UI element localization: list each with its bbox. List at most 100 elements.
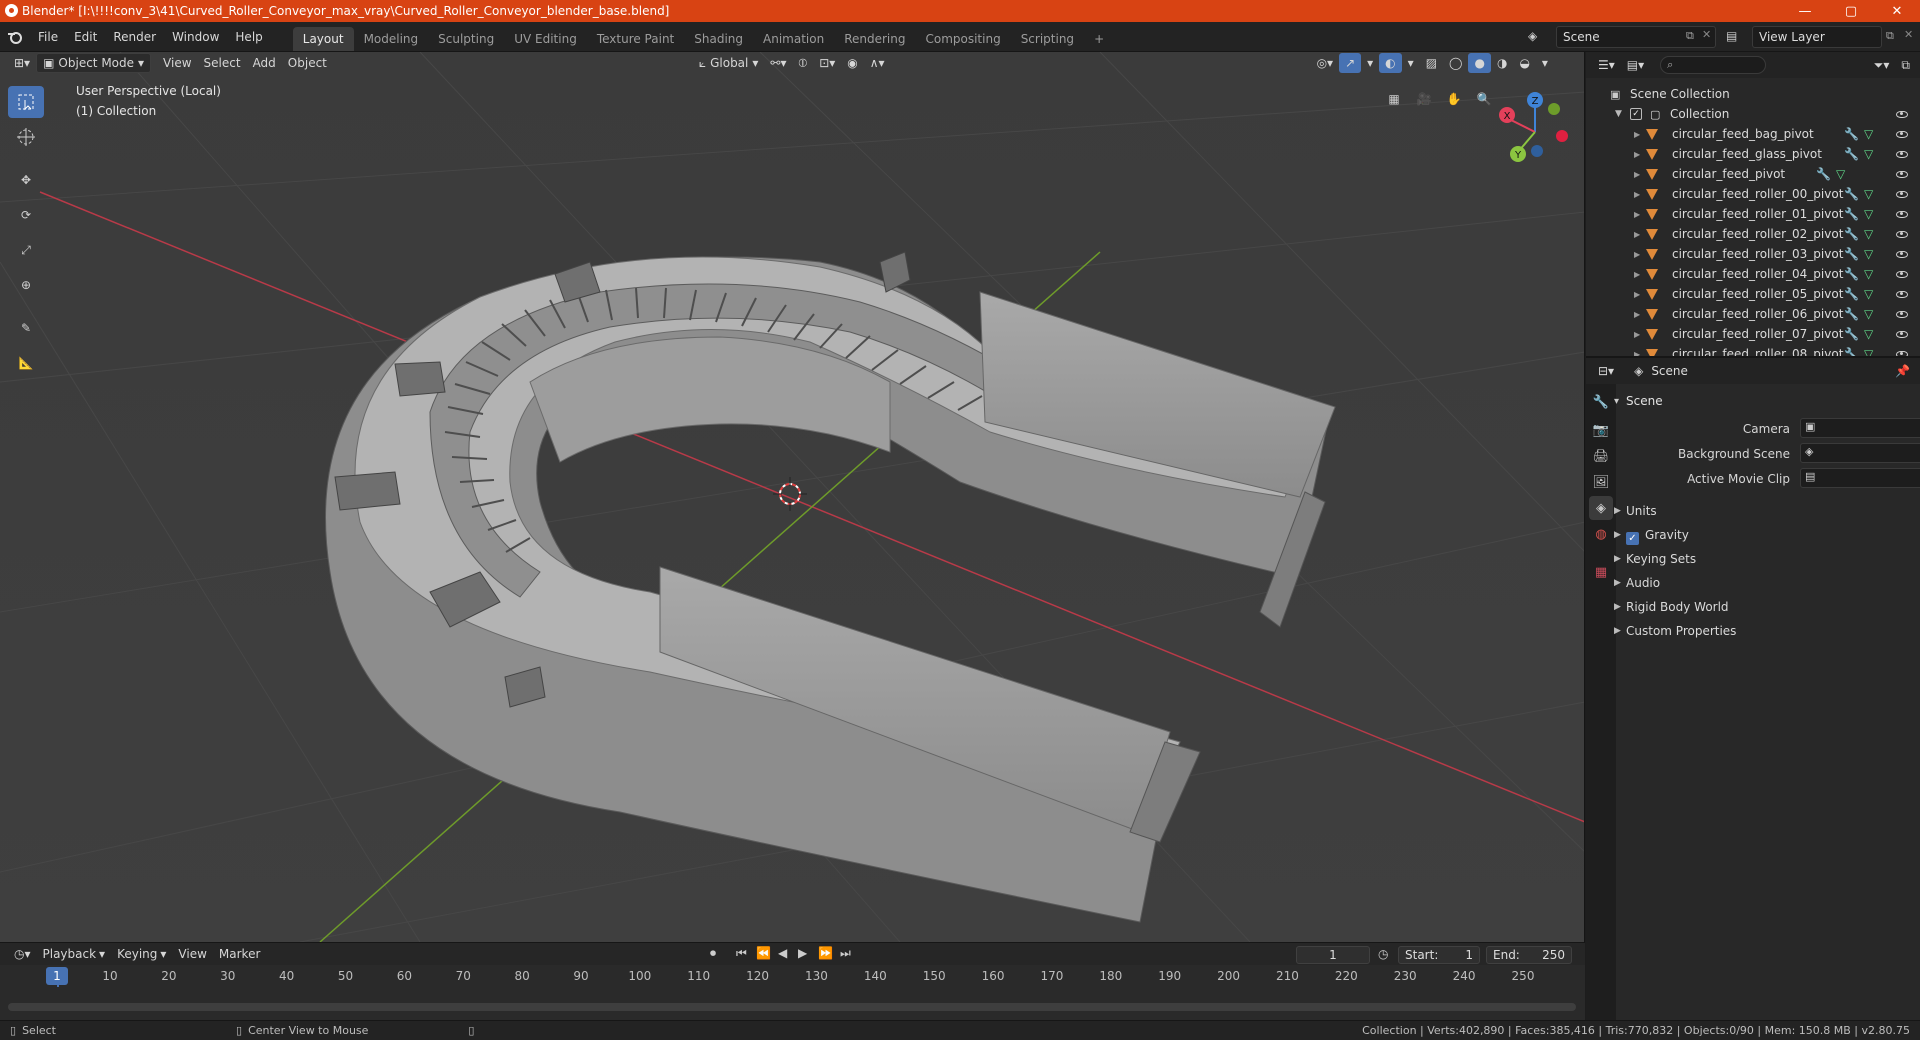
cursor-tool-icon[interactable] bbox=[8, 121, 44, 153]
chevron-right-icon[interactable]: ▶ bbox=[1614, 554, 1621, 564]
tool-properties-icon[interactable]: 🔧 bbox=[1589, 390, 1613, 414]
proportional-edit-icon[interactable]: ◉ bbox=[841, 53, 863, 73]
display-mode-icon[interactable]: ▤▾ bbox=[1621, 55, 1650, 75]
modifier-wrench-icon[interactable]: 🔧 bbox=[1844, 227, 1859, 241]
outliner-object-row[interactable]: ▶ circular_feed_roller_08_pivot 🔧 ▽ bbox=[1586, 344, 1920, 357]
modifier-wrench-icon[interactable]: 🔧 bbox=[1844, 287, 1859, 301]
pin-icon[interactable]: 📌 bbox=[1895, 364, 1910, 378]
expand-arrow-icon[interactable]: ▶ bbox=[1634, 150, 1640, 159]
measure-tool-icon[interactable]: 📐 bbox=[8, 347, 44, 379]
view-layer-icon[interactable]: ▤ bbox=[1726, 29, 1737, 43]
snap-icon[interactable]: ⦶ bbox=[792, 53, 813, 73]
mesh-data-icon[interactable]: ▽ bbox=[1864, 347, 1873, 356]
background-scene-field[interactable]: ◈ bbox=[1800, 443, 1920, 463]
remove-scene-icon[interactable]: ✕ bbox=[1702, 28, 1711, 41]
jump-end-icon[interactable]: ⏭ bbox=[840, 946, 851, 961]
remove-view-layer-icon[interactable]: ✕ bbox=[1904, 28, 1913, 41]
world-properties-icon[interactable]: ◍ bbox=[1589, 522, 1613, 546]
minimize-button[interactable]: — bbox=[1782, 0, 1828, 22]
chevron-right-icon[interactable]: ▶ bbox=[1614, 506, 1621, 516]
eye-icon[interactable] bbox=[1896, 210, 1908, 218]
eye-icon[interactable] bbox=[1896, 250, 1908, 258]
view-layer-properties-icon[interactable]: 🖼 bbox=[1589, 470, 1613, 494]
tab-rendering[interactable]: Rendering bbox=[834, 27, 915, 51]
gizmo-neg-y-icon[interactable] bbox=[1548, 103, 1560, 115]
eye-icon[interactable] bbox=[1896, 290, 1908, 298]
mesh-data-icon[interactable]: ▽ bbox=[1864, 127, 1873, 141]
chevron-right-icon[interactable]: ▶ bbox=[1614, 602, 1621, 612]
tab-modeling[interactable]: Modeling bbox=[354, 27, 429, 51]
record-icon[interactable]: ⏺ bbox=[710, 946, 716, 961]
menu-keying[interactable]: Keying ▾ bbox=[111, 944, 172, 964]
scale-tool-icon[interactable]: ⤢ bbox=[8, 234, 44, 266]
expand-arrow-icon[interactable]: ▶ bbox=[1634, 250, 1640, 259]
mesh-data-icon[interactable]: ▽ bbox=[1864, 307, 1873, 321]
output-properties-icon[interactable]: 🖨 bbox=[1589, 444, 1613, 468]
shading-dropdown-icon[interactable]: ▾ bbox=[1536, 53, 1554, 73]
modifier-wrench-icon[interactable]: 🔧 bbox=[1844, 327, 1859, 341]
menu-marker[interactable]: Marker bbox=[213, 944, 266, 964]
gizmo-toggle-icon[interactable]: ↗ bbox=[1339, 53, 1362, 73]
eye-icon[interactable] bbox=[1896, 190, 1908, 198]
eye-icon[interactable] bbox=[1896, 130, 1908, 138]
menu-view[interactable]: View bbox=[157, 53, 197, 73]
end-frame-field[interactable]: End: 250 bbox=[1486, 946, 1572, 964]
active-movie-clip-field[interactable]: ▤ bbox=[1800, 468, 1920, 488]
filter-icon[interactable]: ⏷▾ bbox=[1868, 55, 1896, 75]
collection-checkbox[interactable]: ✓ bbox=[1630, 108, 1642, 120]
chevron-right-icon[interactable]: ▶ bbox=[1614, 578, 1621, 588]
expand-arrow-icon[interactable]: ▶ bbox=[1634, 330, 1640, 339]
modifier-wrench-icon[interactable]: 🔧 bbox=[1844, 147, 1859, 161]
tab-uv-editing[interactable]: UV Editing bbox=[504, 27, 587, 51]
chevron-right-icon[interactable]: ▶ bbox=[1614, 626, 1621, 636]
add-workspace-button[interactable]: + bbox=[1084, 27, 1114, 51]
eye-icon[interactable] bbox=[1896, 270, 1908, 278]
outliner-search-input[interactable]: ⌕ bbox=[1660, 56, 1767, 74]
outliner-object-row[interactable]: ▶ circular_feed_bag_pivot 🔧 ▽ bbox=[1586, 124, 1920, 144]
menu-file[interactable]: File bbox=[30, 26, 66, 48]
view-layer-selector[interactable]: View Layer bbox=[1752, 26, 1882, 48]
modifier-wrench-icon[interactable]: 🔧 bbox=[1844, 247, 1859, 261]
pan-hand-icon[interactable]: ✋ bbox=[1441, 86, 1467, 112]
camera-field[interactable]: ▣ ✒ bbox=[1800, 418, 1920, 438]
eye-icon[interactable] bbox=[1896, 310, 1908, 318]
menu-render[interactable]: Render bbox=[105, 26, 164, 48]
mesh-data-icon[interactable]: ▽ bbox=[1864, 227, 1873, 241]
overlay-toggle-icon[interactable]: ◐ bbox=[1379, 53, 1402, 73]
timeline-editor-type-icon[interactable]: ◷▾ bbox=[8, 944, 37, 964]
outliner-object-row[interactable]: ▶ circular_feed_glass_pivot 🔧 ▽ bbox=[1586, 144, 1920, 164]
outliner-object-row[interactable]: ▶ circular_feed_roller_06_pivot 🔧 ▽ bbox=[1586, 304, 1920, 324]
play-reverse-icon[interactable]: ◀ bbox=[778, 946, 787, 960]
current-frame-field[interactable]: 1 bbox=[1296, 946, 1370, 964]
orientation-selector[interactable]: ⟀ Global ▾ bbox=[693, 53, 765, 73]
expand-arrow-icon[interactable]: ▶ bbox=[1634, 290, 1640, 299]
outliner-scene-collection[interactable]: ▣ Scene Collection bbox=[1586, 84, 1920, 104]
solid-shading-icon[interactable]: ● bbox=[1468, 53, 1491, 73]
jump-start-icon[interactable]: ⏮ bbox=[736, 946, 747, 961]
select-box-tool-icon[interactable] bbox=[8, 86, 44, 118]
close-button[interactable]: ✕ bbox=[1874, 0, 1920, 22]
play-icon[interactable]: ▶ bbox=[798, 946, 807, 960]
3d-viewport[interactable]: Z X Y ⊞▾ ▣ Object Mode ▾ View Select Add… bbox=[0, 52, 1585, 942]
mesh-data-icon[interactable]: ▽ bbox=[1864, 267, 1873, 281]
expand-arrow-icon[interactable]: ▶ bbox=[1634, 350, 1640, 357]
annotate-tool-icon[interactable]: ✎ bbox=[8, 312, 44, 344]
expand-arrow-icon[interactable]: ▶ bbox=[1634, 230, 1640, 239]
tab-layout[interactable]: Layout bbox=[292, 26, 354, 51]
outliner-object-row[interactable]: ▶ circular_feed_roller_07_pivot 🔧 ▽ bbox=[1586, 324, 1920, 344]
tab-compositing[interactable]: Compositing bbox=[915, 27, 1010, 51]
rotate-tool-icon[interactable]: ⟳ bbox=[8, 199, 44, 231]
subsection-units[interactable]: Units bbox=[1626, 504, 1657, 518]
eye-icon[interactable] bbox=[1896, 230, 1908, 238]
wireframe-shading-icon[interactable]: ◯ bbox=[1443, 53, 1468, 73]
eye-icon[interactable] bbox=[1896, 110, 1908, 118]
subsection-keying-sets[interactable]: Keying Sets bbox=[1626, 552, 1696, 566]
outliner-object-row[interactable]: ▶ circular_feed_roller_02_pivot 🔧 ▽ bbox=[1586, 224, 1920, 244]
mesh-data-icon[interactable]: ▽ bbox=[1864, 327, 1873, 341]
expand-arrow-icon[interactable]: ▶ bbox=[1634, 310, 1640, 319]
gizmo-neg-z-icon[interactable] bbox=[1531, 145, 1543, 157]
editor-type-icon[interactable]: ⊞▾ bbox=[8, 53, 36, 73]
gizmo-dropdown-icon[interactable]: ▾ bbox=[1361, 53, 1379, 73]
menu-playback[interactable]: Playback ▾ bbox=[37, 944, 112, 964]
mode-selector[interactable]: ▣ Object Mode ▾ bbox=[36, 53, 152, 73]
